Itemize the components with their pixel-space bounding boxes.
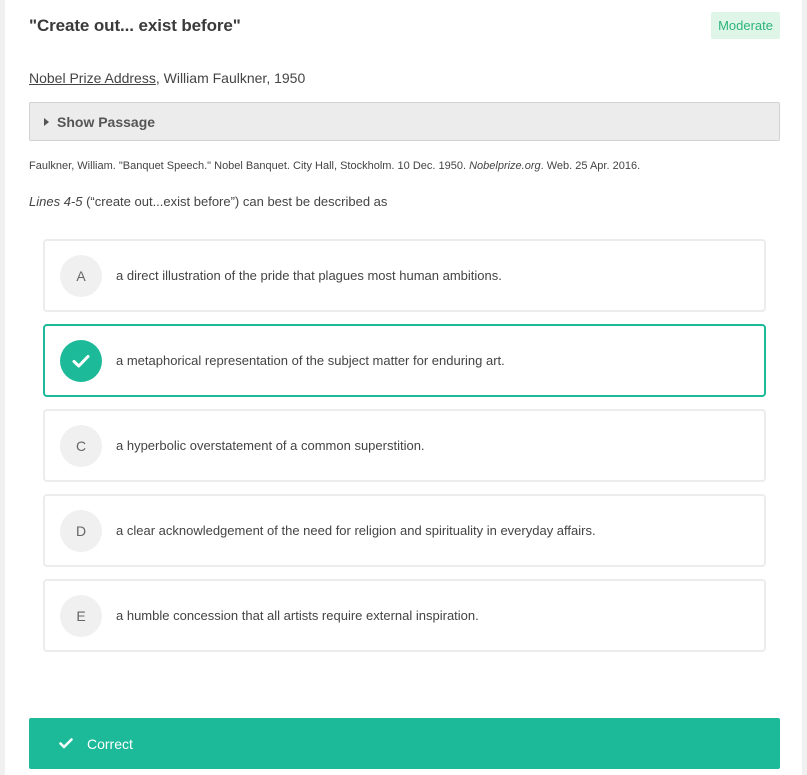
choice-c[interactable]: C a hyperbolic overstatement of a common… — [43, 409, 766, 482]
choice-a[interactable]: A a direct illustration of the pride tha… — [43, 239, 766, 312]
answer-choices: A a direct illustration of the pride tha… — [43, 239, 766, 664]
choice-text: a clear acknowledgement of the need for … — [116, 523, 596, 538]
show-passage-label: Show Passage — [57, 113, 156, 130]
source-details: , William Faulkner, 1950 — [155, 70, 306, 86]
choice-letter: E — [60, 594, 102, 637]
lines-reference: Lines 4-5 — [29, 194, 83, 209]
source-line: Nobel Prize Address, William Faulkner, 1… — [29, 70, 305, 86]
choice-d[interactable]: D a clear acknowledgement of the need fo… — [43, 494, 766, 567]
check-icon — [60, 339, 102, 382]
correct-result-bar: Correct — [29, 718, 780, 769]
check-icon — [59, 738, 73, 749]
show-passage-button[interactable]: Show Passage — [29, 102, 780, 141]
difficulty-badge: Moderate — [711, 12, 780, 39]
caret-right-icon — [44, 117, 49, 126]
citation-site: Nobelprize.org — [469, 160, 541, 172]
question-card: "Create out... exist before" Moderate No… — [5, 0, 802, 775]
choice-letter: A — [60, 254, 102, 297]
choice-letter: D — [60, 509, 102, 552]
choice-b[interactable]: a metaphorical representation of the sub… — [43, 324, 766, 397]
result-label: Correct — [87, 735, 133, 752]
choice-text: a metaphorical representation of the sub… — [116, 353, 505, 368]
choice-text: a humble concession that all artists req… — [116, 608, 479, 623]
prompt-text: (“create out...exist before”) can best b… — [82, 194, 388, 209]
citation: Faulkner, William. "Banquet Speech." Nob… — [29, 160, 640, 172]
question-title: "Create out... exist before" — [29, 16, 241, 35]
question-prompt: Lines 4-5 (“create out...exist before”) … — [29, 194, 387, 209]
citation-date: . Web. 25 Apr. 2016. — [540, 160, 641, 172]
choice-e[interactable]: E a humble concession that all artists r… — [43, 579, 766, 652]
citation-text: Faulkner, William. "Banquet Speech." Nob… — [29, 160, 470, 172]
choice-text: a direct illustration of the pride that … — [116, 268, 502, 283]
choice-letter: C — [60, 424, 102, 467]
source-link[interactable]: Nobel Prize Address — [29, 70, 156, 86]
choice-text: a hyperbolic overstatement of a common s… — [116, 438, 425, 453]
